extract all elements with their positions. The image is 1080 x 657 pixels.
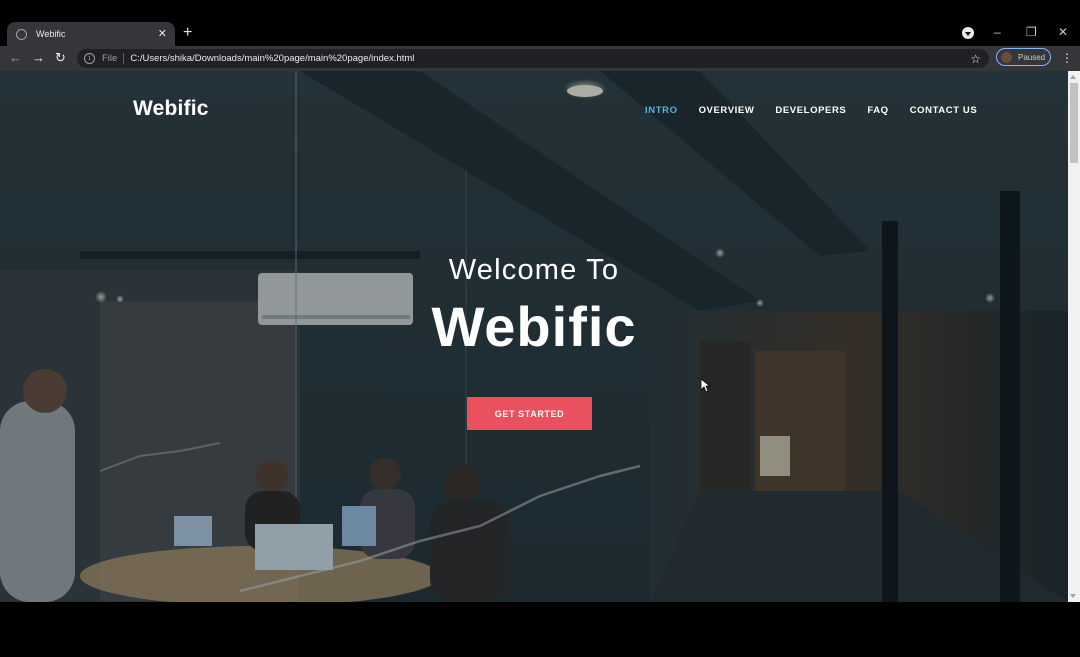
url-text[interactable]: C:/Users/shika/Downloads/main%20page/mai…: [130, 53, 414, 64]
browser-tab-strip: Webific ✕ + – ❐ ✕: [0, 0, 1080, 46]
screen-bottom-area: [0, 602, 1080, 657]
close-icon[interactable]: ✕: [1058, 24, 1068, 40]
scroll-up-icon[interactable]: [1070, 75, 1076, 79]
nav-intro[interactable]: INTRO: [645, 105, 678, 116]
page-viewport: Webific INTRO OVERVIEW DEVELOPERS FAQ CO…: [0, 71, 1068, 602]
hero-title: Webific: [431, 295, 637, 358]
browser-tab[interactable]: Webific ✕: [7, 22, 175, 46]
back-icon[interactable]: ←: [9, 50, 22, 66]
tab-search-icon[interactable]: [962, 27, 974, 39]
nav-overview[interactable]: OVERVIEW: [699, 105, 755, 116]
kebab-menu-icon[interactable]: ⋮: [1061, 50, 1073, 66]
mouse-cursor-icon: [701, 379, 711, 393]
site-nav: INTRO OVERVIEW DEVELOPERS FAQ CONTACT US: [645, 105, 998, 116]
restore-icon[interactable]: ❐: [1026, 24, 1037, 40]
nav-faq[interactable]: FAQ: [867, 105, 888, 116]
get-started-button[interactable]: GET STARTED: [467, 397, 592, 430]
browser-toolbar: ← → ↻ i File C:/Users/shika/Downloads/ma…: [0, 46, 1080, 71]
new-tab-button[interactable]: +: [183, 24, 192, 42]
avatar: [1001, 51, 1012, 63]
tab-title: Webific: [36, 29, 66, 39]
scrollbar-thumb[interactable]: [1070, 83, 1078, 163]
address-bar[interactable]: i File C:/Users/shika/Downloads/main%20p…: [77, 49, 989, 68]
page-scrollbar[interactable]: [1068, 71, 1080, 602]
omnibox-divider: [123, 53, 125, 64]
star-icon[interactable]: ☆: [970, 52, 981, 66]
forward-icon[interactable]: →: [32, 50, 45, 66]
profile-button[interactable]: Paused: [996, 48, 1051, 66]
url-scheme-label: File: [102, 53, 118, 64]
site-logo[interactable]: Webific: [133, 97, 209, 121]
nav-developers[interactable]: DEVELOPERS: [775, 105, 846, 116]
scroll-down-icon[interactable]: [1070, 594, 1076, 598]
globe-icon: [16, 28, 27, 40]
nav-contact-us[interactable]: CONTACT US: [910, 105, 978, 116]
profile-status-label: Paused: [1018, 52, 1046, 62]
minimize-icon[interactable]: –: [994, 24, 1001, 40]
reload-icon[interactable]: ↻: [55, 50, 66, 66]
hero-subtitle: Welcome To: [448, 254, 620, 286]
info-icon[interactable]: i: [84, 53, 95, 64]
tab-close-icon[interactable]: ✕: [158, 28, 167, 40]
